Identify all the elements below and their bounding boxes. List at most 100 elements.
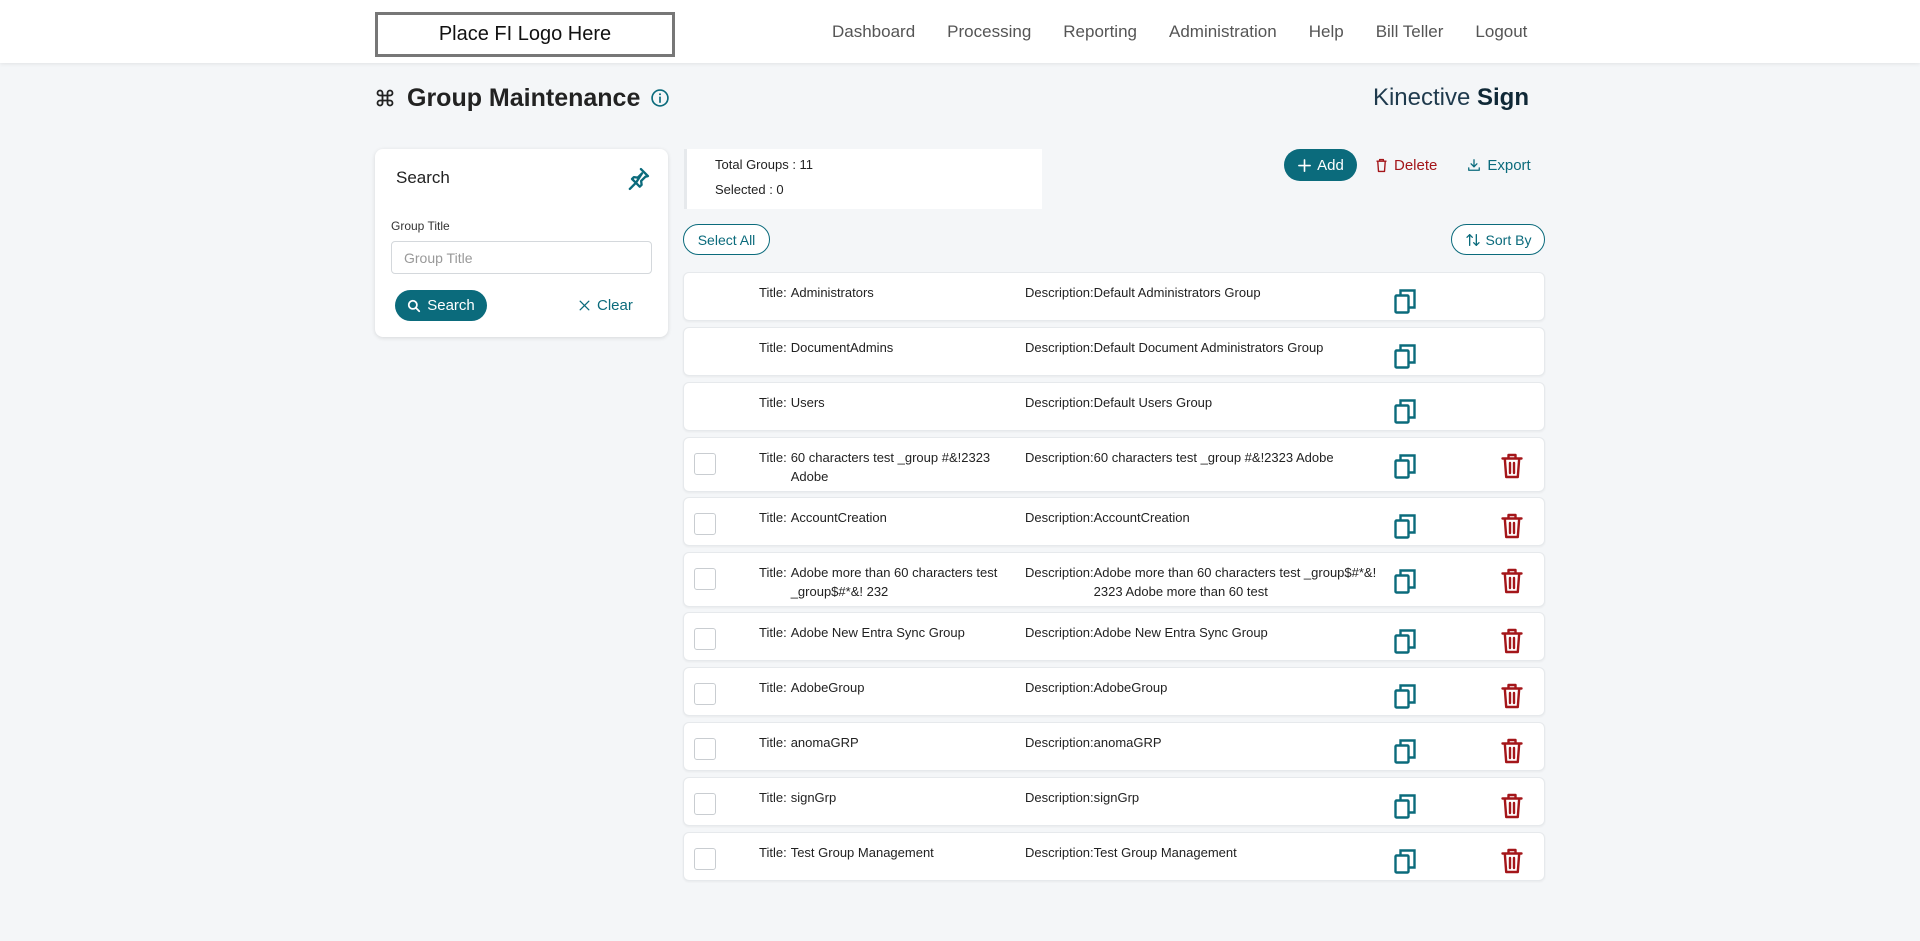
copy-icon[interactable] [1392, 397, 1418, 425]
trash-icon[interactable] [1500, 567, 1524, 595]
group-description-cell: Description: Adobe New Entra Sync Group [1025, 623, 1385, 642]
group-title-value: signGrp [790, 790, 837, 805]
trash-icon[interactable] [1500, 792, 1524, 820]
trash-icon[interactable] [1500, 737, 1524, 765]
title-label: Title: [759, 735, 787, 750]
group-description-cell: Description: Default Document Administrat… [1025, 338, 1385, 357]
search-button[interactable]: Search [395, 290, 487, 321]
group-title-value: AdobeGroup [790, 680, 865, 695]
copy-icon[interactable] [1392, 342, 1418, 370]
trash-icon[interactable] [1500, 847, 1524, 875]
title-label: Title: [759, 510, 787, 525]
copy-icon[interactable] [1392, 682, 1418, 710]
group-row[interactable]: Title: AdobeGroup Description: AdobeGroup [683, 667, 1545, 716]
group-row[interactable]: Title: signGrp Description: signGrp [683, 777, 1545, 826]
select-all-button[interactable]: Select All [683, 224, 770, 255]
trash-icon[interactable] [1500, 682, 1524, 710]
group-description-value: Adobe New Entra Sync Group [1093, 625, 1268, 640]
description-label: Description: [1025, 285, 1094, 300]
clear-button[interactable]: Clear [578, 290, 633, 321]
description-label: Description: [1025, 450, 1094, 465]
group-row-checkbox[interactable] [694, 738, 716, 760]
group-description-cell: Description: AdobeGroup [1025, 678, 1385, 697]
sort-by-label: Sort By [1485, 231, 1532, 248]
delete-button[interactable]: Delete [1375, 157, 1437, 174]
add-group-button[interactable]: Add [1284, 149, 1357, 181]
logo-text: Place FI Logo Here [438, 23, 612, 45]
group-row-checkbox[interactable] [694, 568, 716, 590]
search-button-label: Search [427, 297, 475, 314]
sort-by-button[interactable]: Sort By [1451, 224, 1545, 255]
group-row[interactable]: Title: Test Group Management Description: T… [683, 832, 1545, 881]
description-label: Description: [1025, 680, 1094, 695]
copy-icon[interactable] [1392, 512, 1418, 540]
group-row-checkbox[interactable] [694, 513, 716, 535]
export-button[interactable]: Export [1467, 156, 1531, 174]
group-title-value: Adobe New Entra Sync Group [790, 625, 965, 640]
group-row-checkbox[interactable] [694, 628, 716, 650]
description-label: Description: [1025, 340, 1094, 355]
group-description-value: AdobeGroup [1093, 680, 1168, 695]
command-icon [375, 88, 395, 108]
group-title-cell: Title: 60 characters test _group #&!2323 … [759, 448, 1009, 486]
group-row-checkbox[interactable] [694, 453, 716, 475]
trash-icon[interactable] [1500, 512, 1524, 540]
group-description-value: anomaGRP [1093, 735, 1162, 750]
group-title-value: Adobe more than 60 characters test _grou… [790, 565, 998, 599]
group-description-cell: Description: Default Users Group [1025, 393, 1385, 412]
trash-icon[interactable] [1500, 452, 1524, 480]
export-button-label: Export [1487, 156, 1531, 174]
description-label: Description: [1025, 625, 1094, 640]
copy-icon[interactable] [1392, 737, 1418, 765]
copy-icon[interactable] [1392, 452, 1418, 480]
group-row[interactable]: Title: Adobe New Entra Sync Group Descript… [683, 612, 1545, 661]
group-row[interactable]: Title: 60 characters test _group #&!2323 … [683, 437, 1545, 492]
title-label: Title: [759, 845, 787, 860]
copy-icon[interactable] [1392, 567, 1418, 595]
nav-logout[interactable]: Logout [1475, 22, 1527, 46]
copy-icon[interactable] [1392, 287, 1418, 315]
copy-icon[interactable] [1392, 627, 1418, 655]
trash-icon[interactable] [1500, 627, 1524, 655]
add-button-label: Add [1317, 156, 1344, 174]
title-label: Title: [759, 340, 787, 355]
group-description-value: Test Group Management [1093, 845, 1237, 860]
top-navigation-bar: Place FI Logo Here Dashboard Processing … [0, 0, 1920, 63]
copy-icon[interactable] [1392, 847, 1418, 875]
close-icon [579, 300, 590, 311]
group-row[interactable]: Title: AccountCreation Description: Account… [683, 497, 1545, 546]
group-row[interactable]: Title: Administrators Description: Default … [683, 272, 1545, 321]
group-title-value: Administrators [790, 285, 874, 300]
nav-dashboard[interactable]: Dashboard [832, 22, 915, 46]
fi-logo-placeholder[interactable]: Place FI Logo Here [375, 12, 675, 57]
group-row-checkbox[interactable] [694, 683, 716, 705]
group-row-checkbox[interactable] [694, 848, 716, 870]
group-description-cell: Description: AccountCreation [1025, 508, 1385, 527]
nav-processing[interactable]: Processing [947, 22, 1031, 46]
group-row[interactable]: Title: Users Description: Default Users Gro… [683, 382, 1545, 431]
group-title-cell: Title: DocumentAdmins [759, 338, 1009, 357]
title-label: Title: [759, 790, 787, 805]
search-panel: Search Group Title Search Clear [375, 149, 668, 337]
group-title-cell: Title: Administrators [759, 283, 1009, 302]
group-description-cell: Description: anomaGRP [1025, 733, 1385, 752]
group-row[interactable]: Title: anomaGRP Description: anomaGRP [683, 722, 1545, 771]
group-row-checkbox[interactable] [694, 793, 716, 815]
total-groups-count: Total Groups : 11 [715, 157, 814, 172]
nav-help[interactable]: Help [1309, 22, 1344, 46]
clear-button-label: Clear [597, 297, 633, 314]
group-title-value: anomaGRP [790, 735, 859, 750]
pin-icon[interactable] [624, 165, 652, 193]
title-label: Title: [759, 450, 787, 465]
nav-administration[interactable]: Administration [1169, 22, 1277, 46]
nav-reporting[interactable]: Reporting [1063, 22, 1137, 46]
search-icon [408, 299, 421, 312]
copy-icon[interactable] [1392, 792, 1418, 820]
group-row[interactable]: Title: Adobe more than 60 characters test… [683, 552, 1545, 607]
group-description-cell: Description: 60 characters test _group #&… [1025, 448, 1385, 467]
nav-user-menu[interactable]: Bill Teller [1376, 22, 1444, 46]
title-label: Title: [759, 285, 787, 300]
group-title-input[interactable] [391, 241, 652, 274]
info-icon[interactable] [650, 88, 670, 108]
group-row[interactable]: Title: DocumentAdmins Description: Default … [683, 327, 1545, 376]
